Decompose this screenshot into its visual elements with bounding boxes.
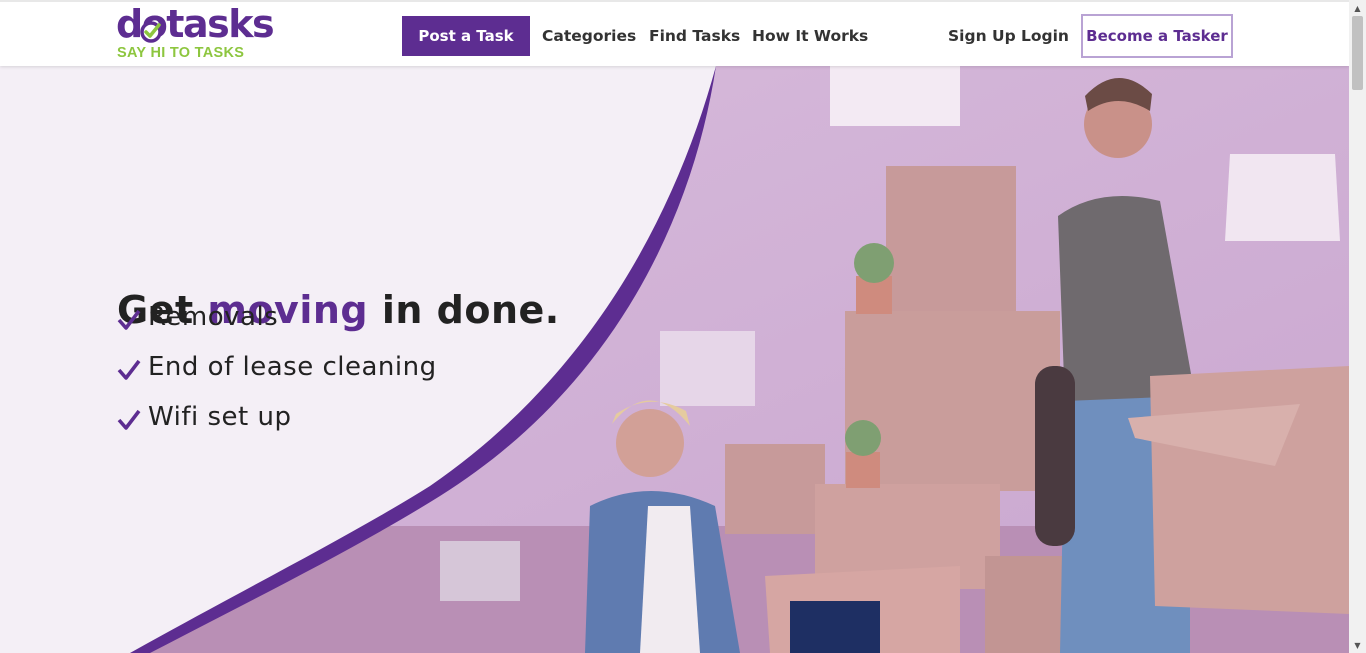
list-item: Wifi set up: [117, 392, 437, 442]
checkmark-icon: [117, 409, 141, 430]
nav-link-sign-up[interactable]: Sign Up: [948, 16, 1016, 56]
nav-link-categories[interactable]: Categories: [542, 16, 636, 56]
feature-label: Removals: [148, 302, 279, 332]
logo-tagline: SAY HI TO TASKS: [117, 45, 245, 61]
feature-label: Wifi set up: [148, 402, 292, 432]
scroll-down-arrow-icon[interactable]: ▼: [1349, 637, 1366, 653]
list-item: Removals: [117, 292, 437, 342]
logo-check-icon: [140, 21, 162, 43]
list-item: End of lease cleaning: [117, 342, 437, 392]
nav-link-how-it-works[interactable]: How It Works: [752, 16, 868, 56]
nav-link-login[interactable]: Login: [1021, 16, 1069, 56]
hero-feature-list: Removals End of lease cleaning Wifi set …: [117, 292, 437, 442]
dotasks-logo[interactable]: dotasks SAY HI TO TASKS: [116, 2, 275, 62]
feature-label: End of lease cleaning: [148, 352, 437, 382]
post-a-task-button[interactable]: Post a Task: [402, 16, 530, 56]
scroll-up-arrow-icon[interactable]: ▲: [1349, 0, 1366, 16]
become-a-tasker-button[interactable]: Become a Tasker: [1081, 14, 1233, 58]
checkmark-icon: [117, 359, 141, 380]
page-scrollbar[interactable]: ▲ ▼: [1349, 0, 1366, 653]
scrollbar-thumb[interactable]: [1352, 16, 1363, 90]
nav-link-find-tasks[interactable]: Find Tasks: [649, 16, 740, 56]
top-navigation-bar: dotasks SAY HI TO TASKS Post a Task Cate…: [0, 0, 1349, 66]
checkmark-icon: [117, 309, 141, 330]
